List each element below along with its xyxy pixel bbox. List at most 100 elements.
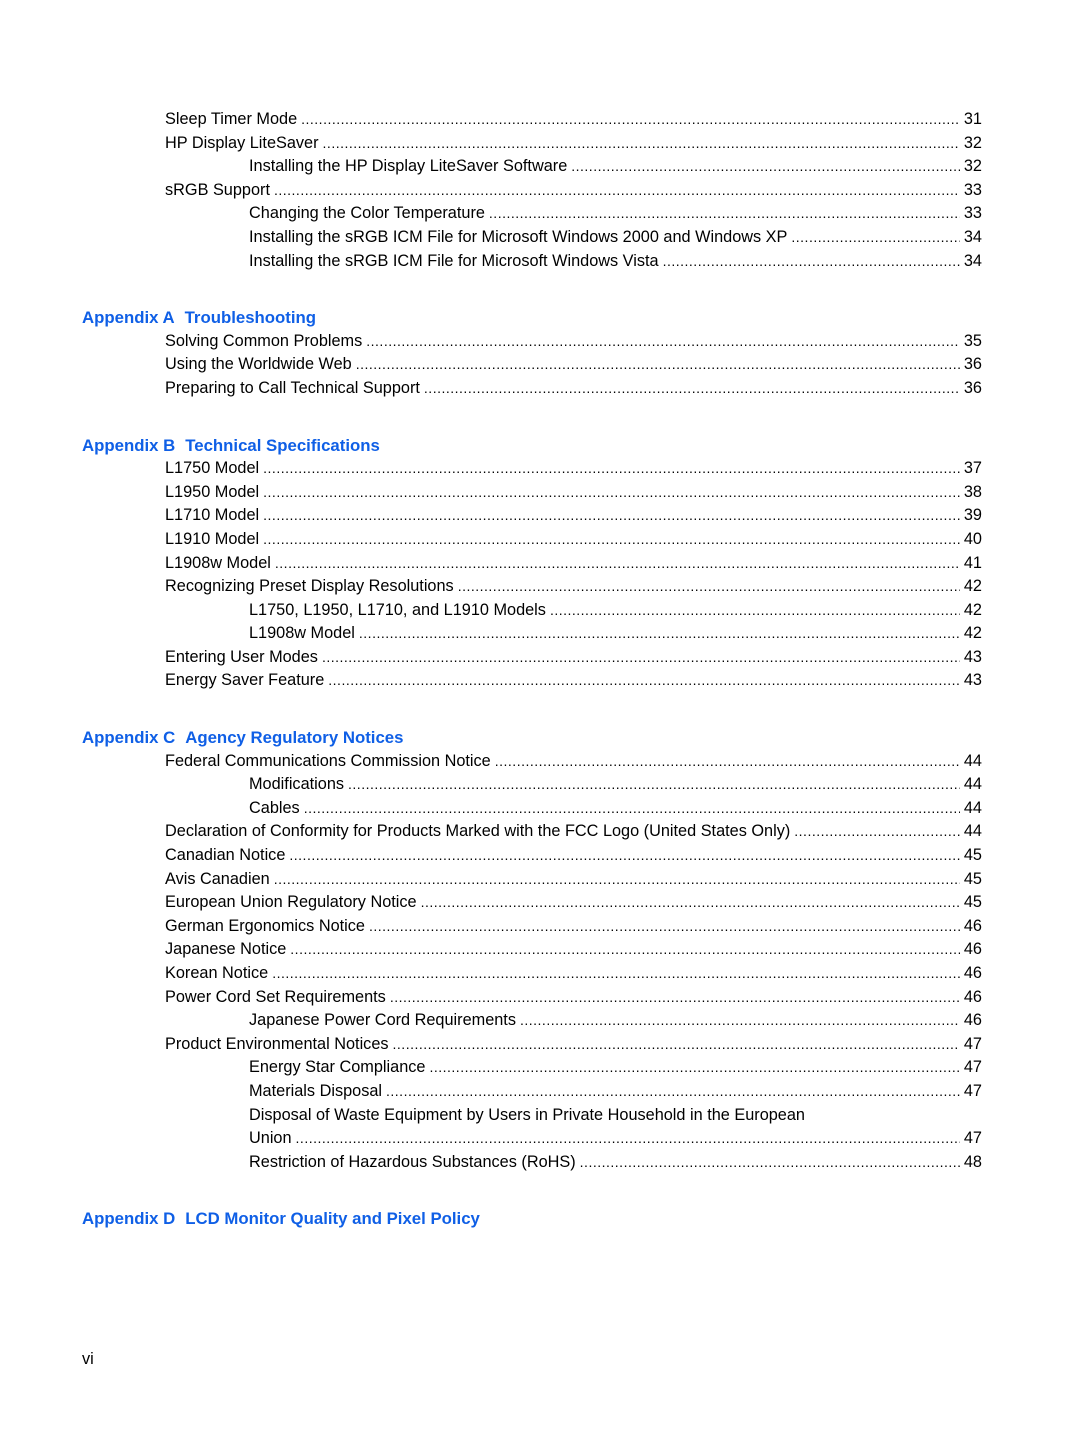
toc-entry-link[interactable]: Declaration of Conformity for Products M… [165, 820, 982, 845]
toc-entry-link[interactable]: European Union Regulatory Notice 45 [165, 891, 982, 915]
toc-entry-title: Restriction of Hazardous Substances (RoH… [249, 1150, 580, 1175]
toc-entry-link[interactable]: HP Display LiteSaver 32 [165, 131, 982, 156]
toc-entry-title: Using the Worldwide Web [165, 353, 356, 377]
toc-entry-page-number: 45 [963, 893, 982, 912]
toc-entry-page-number: 47 [963, 1081, 982, 1100]
dot-leader [263, 504, 960, 528]
toc-entry-page-number: 47 [963, 1034, 982, 1053]
toc-entry-link[interactable]: Entering User Modes 43 [165, 645, 982, 670]
toc-entry-link[interactable]: Installing the sRGB ICM File for Microso… [249, 225, 982, 250]
toc-entry-page-number: 43 [963, 671, 982, 690]
toc-entry-title: sRGB Support [165, 178, 274, 203]
toc-entry-page-number: 42 [963, 577, 982, 596]
toc-entry-page-number: 44 [963, 751, 982, 770]
appendix-label: Appendix B [82, 435, 176, 455]
appendix-heading-link[interactable]: Appendix C Agency Regulatory Notices [82, 726, 1080, 750]
toc-entry-link[interactable]: Solving Common Problems 35 [165, 329, 982, 354]
toc-entry-link[interactable]: Japanese Notice 46 [165, 938, 982, 962]
toc-entry-page-number: 46 [963, 940, 982, 959]
dot-leader [663, 250, 960, 274]
toc-entry-link[interactable]: Avis Canadien 45 [165, 867, 982, 892]
toc-entry-link[interactable]: L1950 Model 38 [165, 480, 982, 505]
dot-leader [289, 844, 959, 868]
toc-entry-title: Preparing to Call Technical Support [165, 376, 424, 401]
dot-leader [263, 457, 960, 481]
toc-entry-link[interactable]: Federal Communications Commission Notice… [165, 749, 982, 774]
toc-entry-title: Avis Canadien [165, 867, 274, 892]
toc-entry-title: L1950 Model [165, 480, 264, 505]
toc-entry-page-number: 36 [963, 378, 982, 397]
table-of-contents: Sleep Timer Mode 31 HP Display LiteSaver 32… [0, 108, 1080, 1231]
toc-entry-page-number: 32 [963, 157, 982, 176]
toc-entry-title: Product Environmental Notices [165, 1032, 393, 1057]
toc-entry-page-number: 48 [963, 1152, 982, 1171]
dot-leader [580, 1151, 960, 1175]
appendix-heading-link[interactable]: Appendix A Troubleshooting [82, 306, 1080, 330]
toc-entry-title: Sleep Timer Mode [165, 108, 302, 132]
dot-leader [429, 1056, 959, 1080]
toc-entry-link[interactable]: L1710 Model 39 [165, 504, 982, 528]
toc-entry-page-number: 42 [963, 624, 982, 643]
toc-entry-link[interactable]: German Ergonomics Notice 46 [165, 914, 982, 939]
toc-entry-link[interactable]: Energy Star Compliance 47 [249, 1056, 982, 1080]
toc-entry-link[interactable]: Using the Worldwide Web 36 [165, 353, 982, 377]
dot-leader [571, 155, 960, 179]
dot-leader [794, 820, 960, 844]
dot-leader [393, 1033, 960, 1057]
dot-leader [304, 797, 960, 821]
toc-entry-title: Installing the sRGB ICM File for Microso… [249, 249, 663, 274]
toc-entry-link[interactable]: Recognizing Preset Display Resolutions 42 [165, 575, 982, 599]
toc-entry-title: L1910 Model [165, 527, 264, 552]
toc-entry-title: L1750 Model [165, 457, 264, 481]
toc-entry-title: Union [249, 1127, 296, 1151]
dot-leader [323, 132, 960, 156]
appendix-heading-link[interactable]: Appendix D LCD Monitor Quality and Pixel … [82, 1207, 1080, 1231]
toc-entry-link[interactable]: Installing the HP Display LiteSaver Soft… [249, 155, 982, 179]
toc-entry-link[interactable]: Disposal of Waste Equipment by Users in … [249, 1103, 982, 1128]
toc-entry-page-number: 40 [963, 529, 982, 548]
toc-entry-title: Cables [249, 796, 304, 821]
toc-entry-link[interactable]: sRGB Support 33 [165, 178, 982, 203]
toc-entry-link[interactable]: Union 47 [249, 1127, 982, 1151]
toc-entry-link[interactable]: Energy Saver Feature 43 [165, 669, 982, 694]
toc-entry-page-number: 38 [963, 482, 982, 501]
toc-entry-link[interactable]: Materials Disposal 47 [249, 1079, 982, 1104]
toc-entry-link[interactable]: L1908w Model 42 [249, 622, 982, 646]
toc-entry-link[interactable]: L1750 Model 37 [165, 457, 982, 481]
toc-entry-title: Korean Notice [165, 962, 273, 986]
toc-entry-page-number: 43 [963, 647, 982, 666]
appendix-label: Appendix C [82, 728, 176, 748]
toc-entry-link[interactable]: Product Environmental Notices 47 [165, 1032, 982, 1057]
toc-entry-link[interactable]: Restriction of Hazardous Substances (RoH… [249, 1150, 982, 1175]
dot-leader [359, 622, 960, 646]
toc-entry-title: L1710 Model [165, 504, 264, 528]
toc-entry-link[interactable]: L1910 Model 40 [165, 527, 982, 552]
appendix-heading-link[interactable]: Appendix B Technical Specifications [82, 434, 1080, 458]
toc-entry-link[interactable]: Modifications 44 [249, 773, 982, 797]
toc-entry-link[interactable]: Installing the sRGB ICM File for Microso… [249, 249, 982, 274]
toc-entry-page-number: 34 [963, 251, 982, 270]
toc-entry-link[interactable]: Canadian Notice 45 [165, 844, 982, 868]
toc-entry-link[interactable]: L1750, L1950, L1710, and L1910 Models 42 [249, 598, 982, 623]
dot-leader [386, 1080, 960, 1104]
toc-entry-link[interactable]: Changing the Color Temperature 33 [249, 202, 982, 226]
appendix-label: Appendix D [82, 1209, 176, 1229]
toc-entry-title: Changing the Color Temperature [249, 202, 489, 226]
toc-entry-link[interactable]: Sleep Timer Mode 31 [165, 108, 982, 132]
dot-leader [348, 773, 960, 797]
toc-entry-link[interactable]: Japanese Power Cord Requirements 46 [249, 1009, 982, 1033]
toc-entry-page-number: 47 [963, 1058, 982, 1077]
toc-entry-page-number: 33 [963, 180, 982, 199]
toc-entry-page-number: 39 [963, 506, 982, 525]
dot-leader [296, 1127, 960, 1151]
dot-leader [369, 915, 960, 939]
toc-entry-title: Solving Common Problems [165, 329, 367, 354]
toc-entry-link[interactable]: L1908w Model 41 [165, 551, 982, 576]
toc-entry-link[interactable]: Korean Notice 46 [165, 962, 982, 986]
toc-entry-page-number: 33 [963, 204, 982, 223]
toc-entry-link[interactable]: Cables 44 [249, 796, 982, 821]
toc-entry-link[interactable]: Power Cord Set Requirements 46 [165, 985, 982, 1010]
toc-entry-link[interactable]: Preparing to Call Technical Support 36 [165, 376, 982, 401]
appendix-title: Agency Regulatory Notices [185, 728, 404, 748]
dot-leader [520, 1009, 960, 1033]
